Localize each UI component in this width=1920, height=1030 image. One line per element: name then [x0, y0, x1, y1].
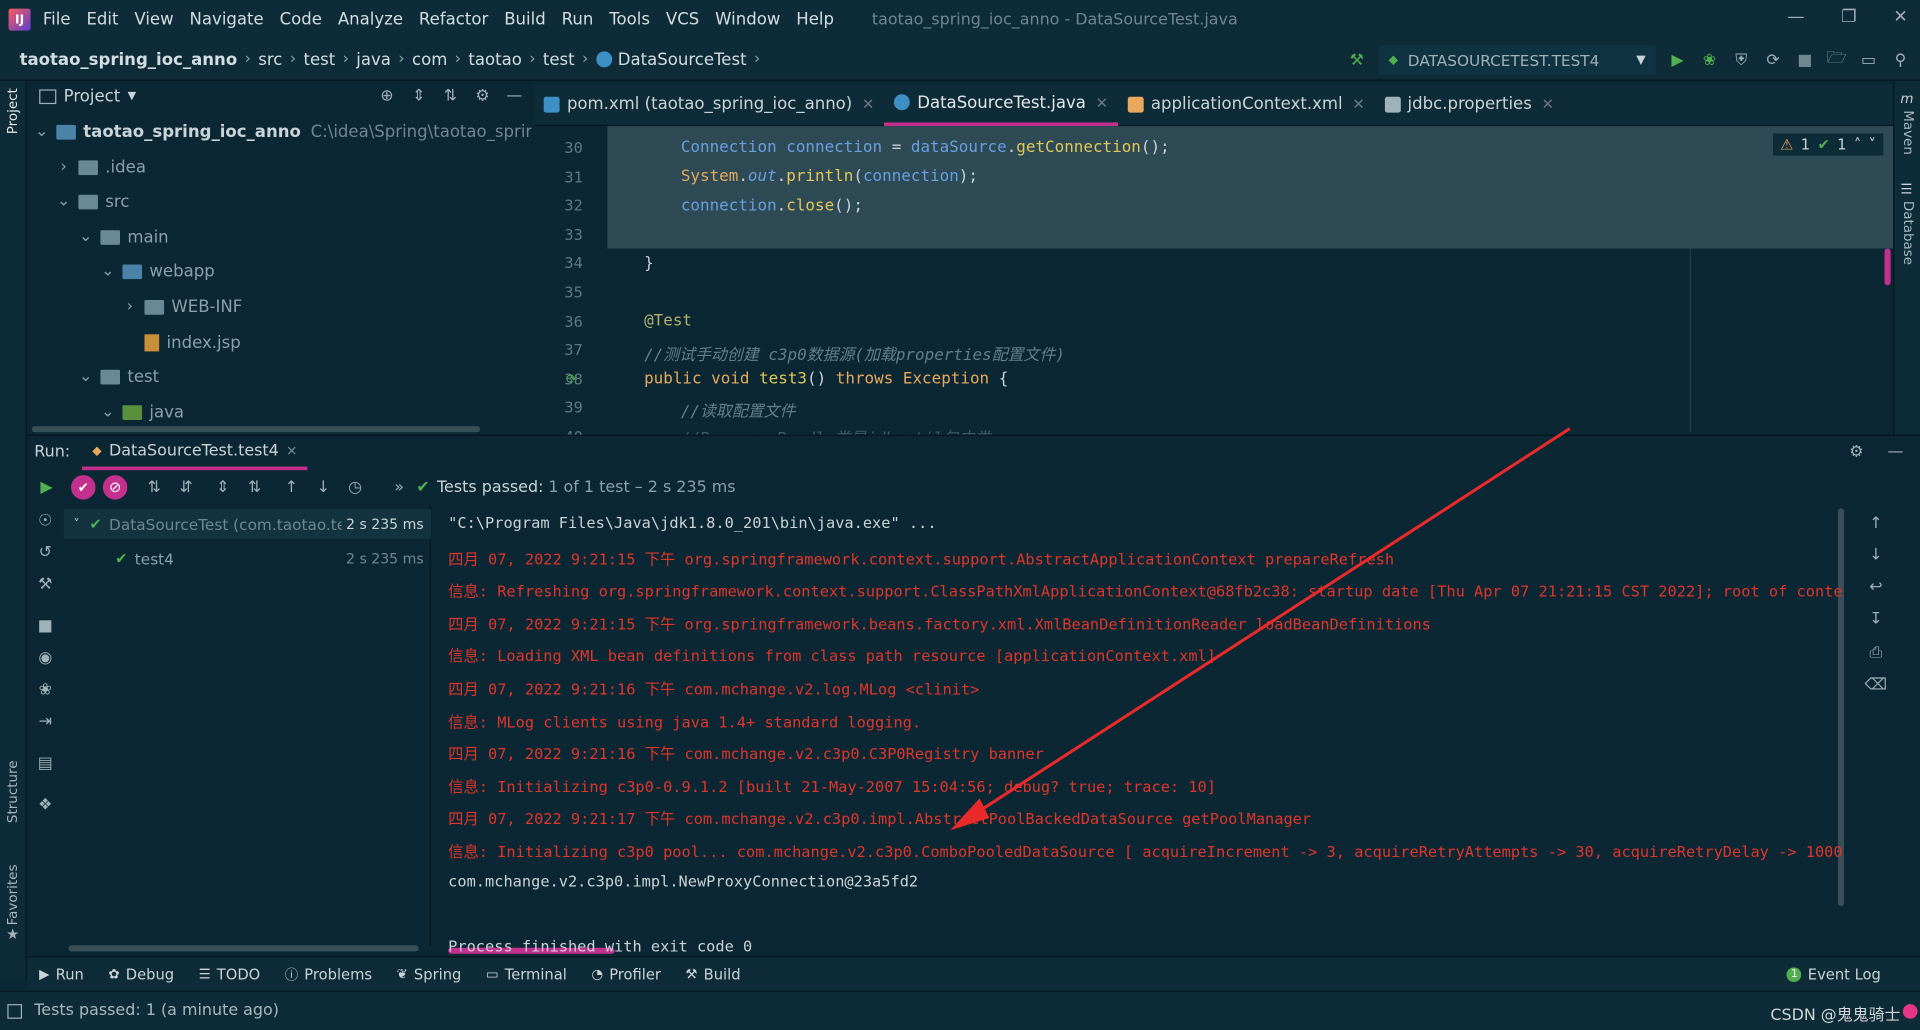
bottom-tab-label: Debug [125, 965, 175, 983]
status-bar: Tests passed: 1 (a minute ago) CSDN @鬼鬼骑… [0, 990, 1920, 1030]
bottom-tab-problems[interactable]: ⓘ Problems [285, 964, 372, 984]
bottom-tab-label: Spring [413, 965, 462, 983]
bottom-tab-spring[interactable]: ❦ Spring [397, 966, 462, 983]
problems-icon: ⓘ [284, 966, 299, 983]
ide-window: IJ File Edit View Navigate Code Analyze Refact… [0, 0, 1920, 1030]
debug-icon: ✿ [108, 966, 120, 983]
bottom-tab-label: TODO [216, 965, 261, 983]
run-icon: ▶ [39, 966, 50, 983]
bottom-tab-label: Run [55, 965, 84, 983]
bottom-tool-tabs: ▶ Run ✿ Debug ☰ TODO ⓘ Problems ❦ Spring ▭ Terminal… [26, 956, 1920, 991]
build-icon: ⚒ [685, 966, 698, 983]
status-text: Tests passed: 1 (a minute ago) [34, 1001, 279, 1021]
notification-dot-icon [1902, 1004, 1918, 1019]
terminal-icon: ▭ [485, 966, 499, 983]
bottom-tab-debug[interactable]: ✿ Debug [108, 966, 174, 983]
event-log-icon: 1 [1786, 967, 1802, 983]
watermark: CSDN @鬼鬼骑士 [1770, 1006, 1901, 1025]
bottom-tab-build[interactable]: ⚒ Build [685, 966, 740, 983]
status-panel-icon[interactable] [7, 1003, 23, 1019]
profiler-icon: ◔ [591, 966, 604, 983]
bottom-tab-run[interactable]: ▶ Run [39, 966, 84, 983]
bottom-tab-terminal[interactable]: ▭ Terminal [486, 966, 567, 983]
bottom-tab-label: Problems [304, 965, 373, 983]
bottom-tab-todo[interactable]: ☰ TODO [199, 966, 261, 983]
event-log-button[interactable]: 1 Event Log [1786, 966, 1881, 984]
spring-icon: ❦ [396, 966, 408, 983]
bottom-tab-label: Terminal [504, 965, 567, 983]
annotation-arrow [950, 427, 1571, 831]
bottom-tab-label: Build [703, 965, 741, 983]
event-log-label: Event Log [1807, 966, 1881, 984]
todo-icon: ☰ [198, 966, 211, 983]
bottom-tab-profiler[interactable]: ◔ Profiler [591, 966, 661, 983]
bottom-tab-label: Profiler [609, 965, 661, 983]
